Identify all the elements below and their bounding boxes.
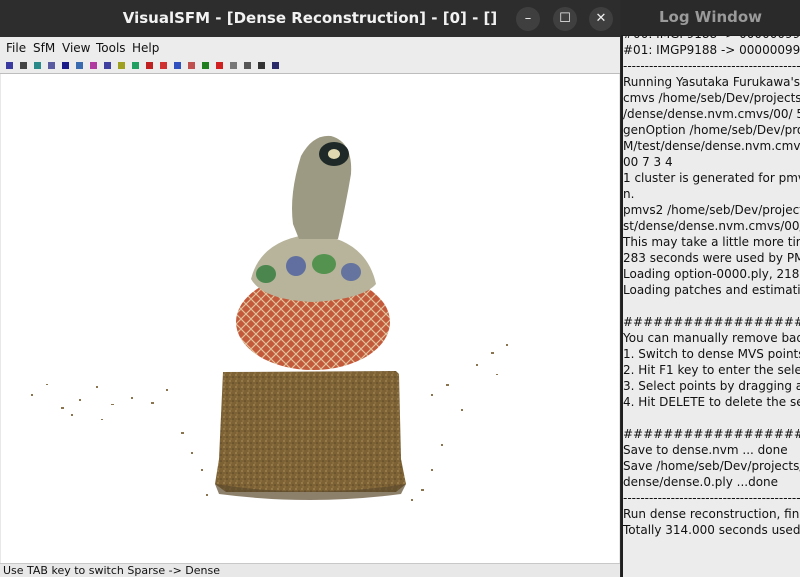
dense-point-cloud [31,135,508,501]
toolbar-button-icon[interactable] [6,62,13,69]
log-line: 00 7 3 4 [623,155,673,169]
log-line: Run dense reconstruction, finishe [623,507,800,521]
toolbar-button-icon[interactable] [34,62,41,69]
log-line: st/dense/dense.nvm.cmvs/00/ op [623,219,800,233]
log-lines: #00: IMGP9188 -> 00000099.jpg,#01: IMGP9… [623,36,800,538]
log-line: pmvs2 /home/seb/Dev/projects/V [623,203,800,217]
log-titlebar[interactable]: Log Window [621,0,800,35]
menu-sfm[interactable]: SfM [33,37,55,59]
log-line: Save /home/seb/Dev/projects/Vis [623,459,800,473]
log-line: genOption /home/seb/Dev/proje [623,123,800,137]
toolbar-button-icon[interactable] [48,62,55,69]
main-titlebar[interactable]: VisualSFM - [Dense Reconstruction] - [0]… [0,0,620,37]
log-line: Save to dense.nvm ... done [623,443,788,457]
log-line: Loading patches and estimating [623,283,800,297]
log-line: cmvs /home/seb/Dev/projects/Vis [623,91,800,105]
log-line: ----------------------------------------… [623,491,800,505]
toolbar-button-icon[interactable] [62,62,69,69]
log-text-area[interactable]: #00: IMGP9188 -> 00000099.jpg,#01: IMGP9… [623,36,800,577]
log-line: Totally 314.000 seconds used [623,523,800,537]
toolbar-button-icon[interactable] [230,62,237,69]
menu-file[interactable]: File [6,37,26,59]
maximize-button[interactable]: ☐ [553,7,577,31]
menu-help[interactable]: Help [132,37,159,59]
toolbar-button-icon[interactable] [216,62,223,69]
toolbar-button-icon[interactable] [76,62,83,69]
toolbar-button-icon[interactable] [174,62,181,69]
status-text: Use TAB key to switch Sparse -> Dense [3,564,220,577]
toolbar-button-icon[interactable] [146,62,153,69]
toolbar-button-icon[interactable] [244,62,251,69]
log-line: 283 seconds were used by PMVS [623,251,800,265]
menu-view[interactable]: View [62,37,90,59]
log-line: You can manually remove bad MV [623,331,800,345]
log-line: #01: IMGP9188 -> 00000099.jpg, [623,43,800,57]
toolbar-button-icon[interactable] [118,62,125,69]
log-line: ################################## [623,427,800,441]
toolbar-button-icon[interactable] [272,62,279,69]
toolbar-button-icon[interactable] [160,62,167,69]
log-line: 4. Hit DELETE to delete the select [623,395,800,409]
toolbar-button-icon[interactable] [202,62,209,69]
toolbar-button-icon[interactable] [104,62,111,69]
toolbar-button-icon[interactable] [90,62,97,69]
log-line: n. [623,187,635,201]
log-line: 1. Switch to dense MVS points mo [623,347,800,361]
log-line: dense/dense.0.ply ...done [623,475,779,489]
log-line: M/test/dense/dense.nvm.cmvs/0 [623,139,800,153]
log-line: /dense/dense.nvm.cmvs/00/ 50 4 [623,107,800,121]
log-line: ----------------------------------------… [623,59,800,73]
log-line: ################################## [623,315,800,329]
menu-bar: File SfM View Tools Help [0,37,620,59]
log-line: 2. Hit F1 key to enter the selectio [623,363,800,377]
log-line: 1 cluster is generated for pmvs re [623,171,800,185]
log-window: Log Window #00: IMGP9188 -> 00000099.jpg… [621,0,800,577]
status-bar: Use TAB key to switch Sparse -> Dense [0,563,620,577]
toolbar-button-icon[interactable] [258,62,265,69]
log-window-title: Log Window [658,8,763,26]
toolbar [0,59,620,74]
log-line: Running Yasutaka Furukawa's CM [623,75,800,89]
base-block [215,371,406,492]
main-window: VisualSFM - [Dense Reconstruction] - [0]… [0,0,620,577]
toolbar-button-icon[interactable] [188,62,195,69]
toolbar-button-icon[interactable] [132,62,139,69]
minimize-button[interactable]: – [516,7,540,31]
close-button[interactable]: ✕ [589,7,613,31]
toolbar-button-icon[interactable] [20,62,27,69]
3d-viewport[interactable] [1,74,619,563]
log-line: This may take a little more time, [623,235,800,249]
log-line: 3. Select points by dragging a rec [623,379,800,393]
menu-tools[interactable]: Tools [96,37,126,59]
log-line: Loading option-0000.ply, 218229 [623,267,800,281]
